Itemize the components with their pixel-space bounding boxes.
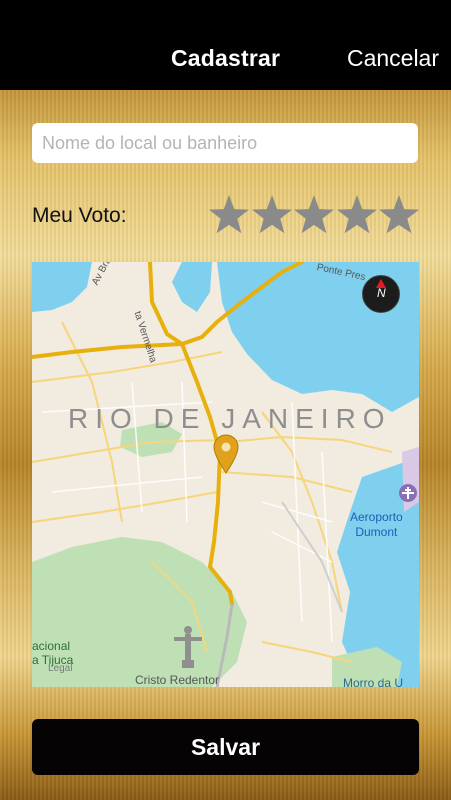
- location-map[interactable]: RIO DE JANEIRO Aeroporto Dumont acional …: [32, 262, 419, 687]
- compass-icon[interactable]: N: [362, 275, 400, 313]
- cancel-button[interactable]: Cancelar: [347, 45, 439, 72]
- save-button[interactable]: Salvar: [32, 719, 419, 775]
- landmark-label: Cristo Redentor: [135, 673, 220, 687]
- page-title: Cadastrar: [171, 45, 281, 71]
- compass-label: N: [377, 286, 386, 300]
- star-5-icon[interactable]: [378, 194, 420, 236]
- legal-link[interactable]: Legal: [48, 663, 72, 674]
- hill-label: Morro da U: [343, 676, 404, 687]
- map-base: [32, 262, 419, 687]
- park-label-line1: acional: [32, 639, 71, 653]
- place-name-input[interactable]: [32, 123, 418, 163]
- location-pin-icon[interactable]: [212, 434, 240, 474]
- airport-label: Aeroporto Dumont: [350, 510, 403, 540]
- star-3-icon[interactable]: [293, 194, 335, 236]
- star-1-icon[interactable]: [208, 194, 250, 236]
- star-4-icon[interactable]: [336, 194, 378, 236]
- star-rating: [208, 194, 420, 240]
- airport-label-line1: Aeroporto: [350, 510, 403, 524]
- airport-label-line2: Dumont: [355, 525, 398, 539]
- navigation-bar: Cadastrar Cancelar: [0, 0, 451, 90]
- vote-label: Meu Voto:: [32, 204, 127, 227]
- city-label: RIO DE JANEIRO: [68, 403, 392, 434]
- star-2-icon[interactable]: [251, 194, 293, 236]
